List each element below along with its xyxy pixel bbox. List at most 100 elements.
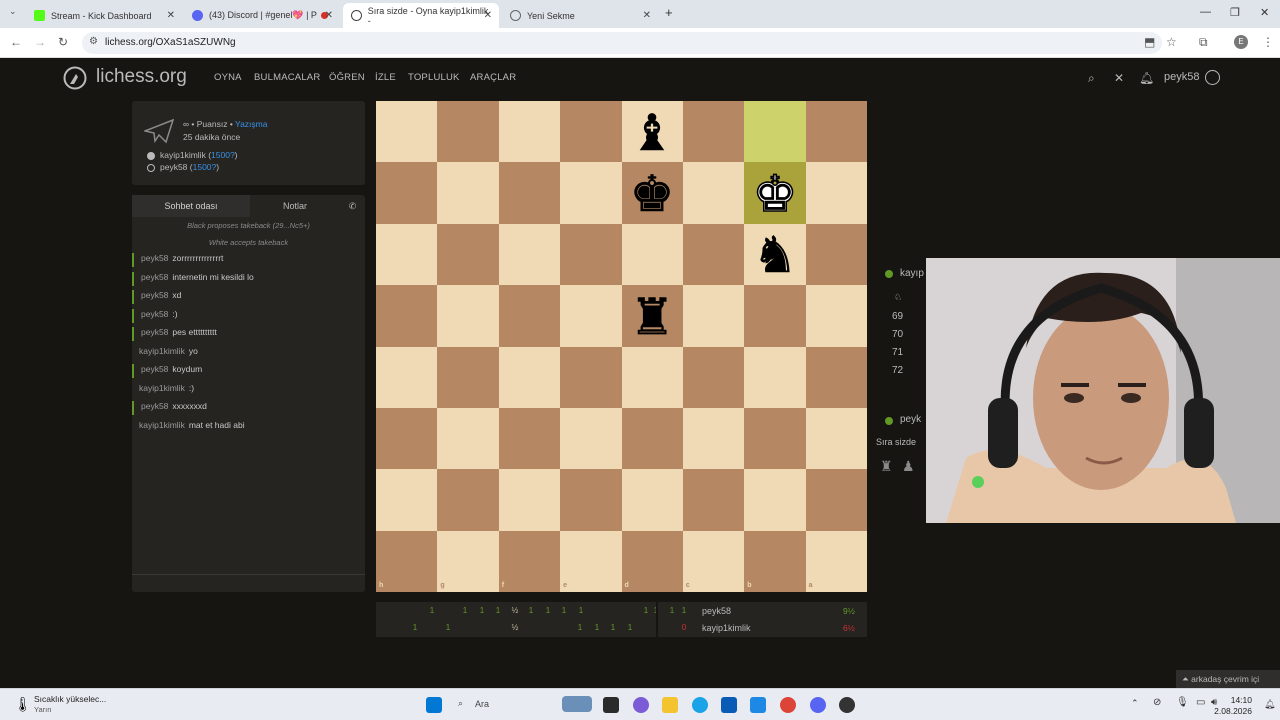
site-info-icon[interactable]: ⚙ xyxy=(89,36,98,47)
chat-username[interactable]: peyk58 xyxy=(141,364,168,374)
tab-kick[interactable]: Stream - Kick Dashboard ✕ xyxy=(26,3,182,28)
nav-learn[interactable]: ÖĞREN xyxy=(329,72,365,83)
square-e6[interactable] xyxy=(560,407,622,470)
weather-title[interactable]: Sıcaklık yükselec... xyxy=(34,694,106,704)
square-f5[interactable] xyxy=(498,346,561,408)
black-player[interactable]: peyk58 (1500?) xyxy=(160,162,219,172)
close-window-button[interactable]: ✕ xyxy=(1260,6,1269,19)
chat-username[interactable]: peyk58 xyxy=(141,309,168,319)
profile-avatar[interactable]: E xyxy=(1234,35,1248,49)
close-icon[interactable]: ✕ xyxy=(325,10,333,21)
square-b6[interactable] xyxy=(744,407,806,470)
lichess-logo-icon[interactable] xyxy=(62,66,88,90)
square-g5[interactable] xyxy=(437,346,499,408)
square-g7[interactable] xyxy=(437,469,499,531)
notification-bell-icon[interactable]: 🔔︎ xyxy=(1139,71,1154,85)
task-view-icon[interactable] xyxy=(603,697,619,713)
square-c2[interactable] xyxy=(682,162,745,224)
tab-new[interactable]: Yeni Sekme ✕ xyxy=(502,3,658,28)
tray-app-icon[interactable]: ⊘ xyxy=(1153,697,1161,708)
tab-lichess[interactable]: Sıra sizde - Oyna kayip1kimlik - ✕ xyxy=(343,3,499,28)
square-d7[interactable] xyxy=(621,469,683,531)
square-c3[interactable] xyxy=(682,223,745,286)
square-d5[interactable] xyxy=(621,346,683,408)
chat-username[interactable]: kayip1kimlik xyxy=(139,420,185,430)
white-king-icon[interactable]: ♚ xyxy=(749,167,801,219)
square-f6[interactable] xyxy=(498,407,561,470)
weather-icon[interactable]: 🌡︎ xyxy=(14,696,32,713)
chat-username[interactable]: peyk58 xyxy=(141,401,168,411)
square-f4[interactable] xyxy=(498,285,561,347)
chat-username[interactable]: peyk58 xyxy=(141,253,168,263)
square-a1[interactable] xyxy=(805,101,867,163)
close-icon[interactable]: ✕ xyxy=(167,10,175,21)
friends-online-toggle[interactable]: ⏶ arkadaş çevrim içi xyxy=(1176,670,1280,688)
network-icon[interactable]: ▭ xyxy=(1196,697,1205,708)
square-h2[interactable] xyxy=(376,162,438,224)
store-icon[interactable] xyxy=(721,697,737,713)
square-e3[interactable] xyxy=(560,223,622,286)
square-f2[interactable] xyxy=(498,162,561,224)
file-explorer-icon[interactable] xyxy=(662,697,678,713)
minimize-button[interactable]: — xyxy=(1200,6,1211,18)
square-g6[interactable] xyxy=(437,407,499,470)
square-g8[interactable] xyxy=(437,530,499,592)
square-f8[interactable] xyxy=(498,530,561,592)
square-b7[interactable] xyxy=(744,469,806,531)
square-f7[interactable] xyxy=(498,469,561,531)
square-h5[interactable] xyxy=(376,346,438,408)
close-icon[interactable]: ✕ xyxy=(484,10,492,21)
square-f3[interactable] xyxy=(498,223,561,286)
nav-community[interactable]: TOPLULUK xyxy=(408,72,460,83)
chat-input[interactable] xyxy=(132,574,365,592)
player-name[interactable]: peyk58 xyxy=(702,606,731,616)
move-list-icon[interactable]: ♘ xyxy=(894,292,902,303)
square-a5[interactable] xyxy=(805,346,867,408)
user-avatar-icon[interactable] xyxy=(1205,70,1220,85)
challenge-icon[interactable]: ✕ xyxy=(1114,71,1124,85)
square-h6[interactable] xyxy=(376,407,438,470)
square-b8[interactable] xyxy=(744,530,806,592)
square-d8[interactable] xyxy=(621,530,683,592)
square-g2[interactable] xyxy=(437,162,499,224)
square-d3[interactable] xyxy=(621,223,683,286)
square-b1[interactable] xyxy=(744,101,806,163)
square-e1[interactable] xyxy=(560,101,622,163)
phone-icon[interactable]: ✆ xyxy=(340,195,365,217)
menu-icon[interactable]: ⋮ xyxy=(1262,35,1274,49)
black-king-icon[interactable]: ♚ xyxy=(626,167,678,219)
start-icon[interactable] xyxy=(426,697,442,713)
nav-tools[interactable]: ARAÇLAR xyxy=(470,72,516,83)
maximize-button[interactable]: ❐ xyxy=(1230,6,1240,19)
new-tab-button[interactable]: + xyxy=(665,5,673,20)
square-b5[interactable] xyxy=(744,346,806,408)
chrome-icon[interactable] xyxy=(780,697,796,713)
square-a2[interactable] xyxy=(805,162,867,224)
square-e8[interactable] xyxy=(560,530,622,592)
chat-username[interactable]: peyk58 xyxy=(141,327,168,337)
square-a7[interactable] xyxy=(805,469,867,531)
site-logo[interactable]: lichess.org xyxy=(96,66,187,88)
square-h8[interactable] xyxy=(376,530,438,592)
reload-icon[interactable]: ↻ xyxy=(58,35,68,49)
variant-link[interactable]: Yazışma xyxy=(235,119,267,129)
tab-chat-room[interactable]: Sohbet odası xyxy=(132,195,250,217)
square-c7[interactable] xyxy=(682,469,745,531)
edge-icon[interactable] xyxy=(692,697,708,713)
user-menu[interactable]: peyk58 xyxy=(1164,71,1199,83)
square-a8[interactable] xyxy=(805,530,867,592)
tab-search-icon[interactable]: ⌄ xyxy=(9,6,17,17)
extensions-icon[interactable]: ⧉ xyxy=(1199,35,1208,50)
square-g3[interactable] xyxy=(437,223,499,286)
player-name[interactable]: kayip1kimlik xyxy=(702,623,751,633)
player-name[interactable]: peyk xyxy=(900,414,921,425)
obs-icon[interactable] xyxy=(839,697,855,713)
black-bishop-icon[interactable]: ♝ xyxy=(626,106,678,158)
square-c5[interactable] xyxy=(682,346,745,408)
microphone-icon[interactable]: 🎙︎ xyxy=(1176,697,1189,708)
notification-icon[interactable]: 🔔︎ xyxy=(1264,699,1275,710)
install-icon[interactable]: ⬒ xyxy=(1144,35,1155,49)
square-h3[interactable] xyxy=(376,223,438,286)
white-player[interactable]: kayip1kimlik (1500?) xyxy=(160,150,238,160)
square-f1[interactable] xyxy=(498,101,561,163)
